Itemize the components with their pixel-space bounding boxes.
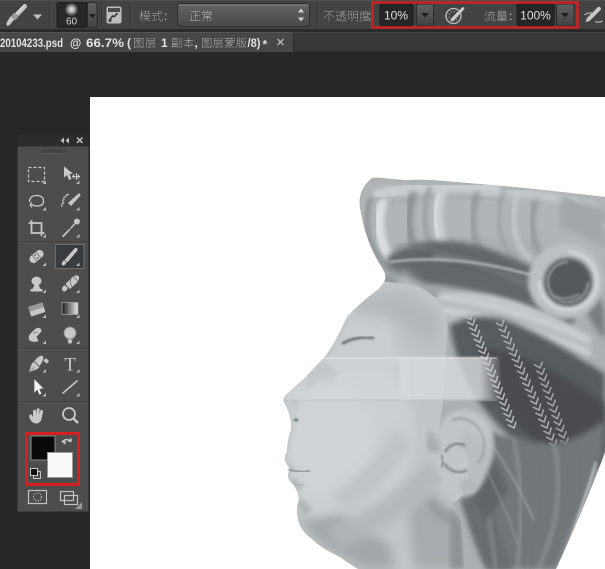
svg-text::: : xyxy=(368,9,371,23)
svg-text:,: , xyxy=(195,36,198,50)
svg-text:1: 1 xyxy=(161,36,168,50)
svg-text:/8): /8) xyxy=(248,36,261,50)
svg-text:20104233.psd: 20104233.psd xyxy=(0,36,63,50)
svg-text::: : xyxy=(509,9,512,23)
svg-text:@: @ xyxy=(70,38,81,50)
svg-text::: : xyxy=(164,9,167,23)
svg-text:10%: 10% xyxy=(384,9,408,23)
svg-text:100%: 100% xyxy=(520,9,551,23)
svg-text:60: 60 xyxy=(66,17,78,28)
svg-text:T: T xyxy=(64,355,76,376)
svg-text:66.7%: 66.7% xyxy=(86,36,124,50)
svg-text:*: * xyxy=(263,38,268,52)
svg-text:(: ( xyxy=(127,36,131,50)
